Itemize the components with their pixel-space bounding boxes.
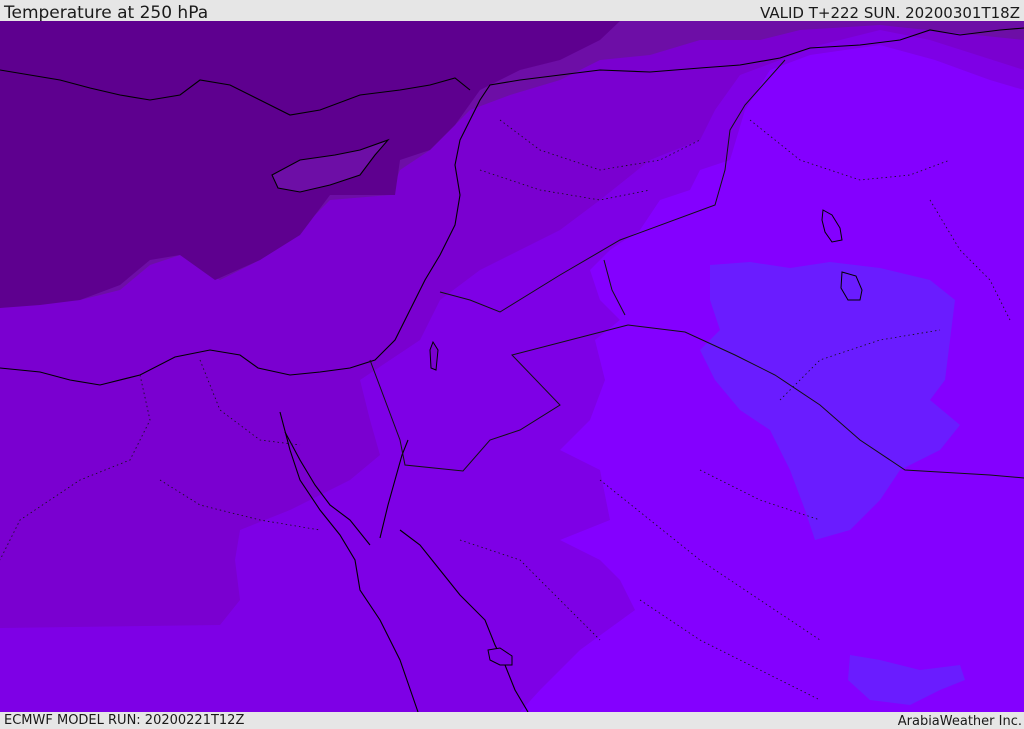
map-footer: ECMWF MODEL RUN: 20200221T12Z ArabiaWeat…	[0, 712, 1024, 729]
model-run: ECMWF MODEL RUN: 20200221T12Z	[4, 713, 245, 728]
map-header: Temperature at 250 hPa VALID T+222 SUN. …	[0, 0, 1024, 23]
map-title: Temperature at 250 hPa	[4, 3, 209, 23]
weather-map[interactable]	[0, 21, 1024, 712]
credit: ArabiaWeather Inc.	[897, 714, 1022, 729]
map-canvas	[0, 21, 1024, 712]
valid-time: VALID T+222 SUN. 20200301T18Z	[760, 4, 1020, 22]
